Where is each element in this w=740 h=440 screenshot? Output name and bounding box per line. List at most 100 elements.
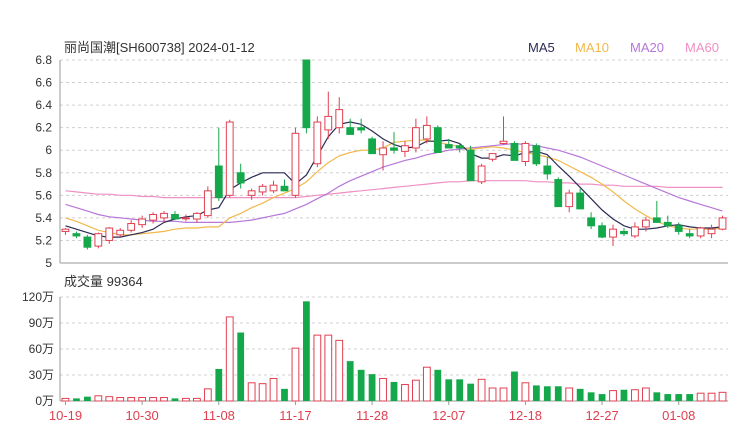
candle-body	[335, 109, 344, 129]
price-tick-label: 5.8	[35, 166, 52, 180]
legend-ma10: MA10	[575, 40, 609, 55]
price-tick-label: 6.4	[35, 98, 52, 112]
volume-bar	[477, 378, 486, 402]
ma20-line	[65, 142, 723, 223]
volume-bar	[499, 387, 508, 402]
candle	[302, 59, 311, 134]
date-tick-label: 12-07	[432, 408, 465, 423]
candle-body	[83, 236, 92, 248]
volume-tick-label: 30万	[29, 368, 54, 382]
candle	[346, 118, 355, 135]
candle-body	[422, 124, 431, 140]
candle-body	[116, 229, 125, 236]
candle-body	[510, 142, 519, 161]
candle	[488, 153, 497, 162]
candle	[171, 211, 179, 221]
candle	[182, 214, 190, 222]
candle-body	[433, 127, 442, 153]
candle	[685, 229, 694, 239]
volume-bar	[357, 369, 365, 401]
candle	[554, 177, 563, 208]
candle-body	[412, 127, 420, 149]
volume-tick-label: 0万	[35, 394, 54, 408]
volume-bar	[631, 389, 639, 402]
volume-bar	[302, 301, 310, 401]
candle	[466, 145, 475, 182]
candle-body	[477, 165, 486, 183]
date-tick-label: 11-28	[356, 408, 388, 423]
candle-body	[609, 228, 617, 238]
volume-bar	[138, 397, 147, 402]
candle	[61, 228, 70, 235]
candle-body	[61, 228, 70, 232]
candle	[291, 127, 300, 198]
price-tick-label: 6.8	[35, 53, 52, 67]
date-tick-label: 12-27	[585, 408, 618, 423]
volume-bars	[61, 301, 727, 402]
volume-bar	[576, 388, 584, 401]
candle	[652, 200, 661, 223]
date-tick-label: 11-08	[203, 408, 235, 423]
volume-bar	[368, 374, 376, 401]
candle-body	[587, 217, 596, 227]
candle	[455, 143, 464, 153]
volume-bar	[511, 371, 518, 401]
volume-bar	[94, 395, 103, 402]
candle	[598, 222, 606, 239]
volume-tick-label: 90万	[29, 316, 54, 330]
volume-bar	[215, 368, 223, 401]
candle	[576, 188, 585, 210]
candle	[565, 189, 574, 213]
volume-tick-label: 60万	[29, 342, 54, 356]
candle	[631, 222, 639, 239]
grid-layer	[59, 59, 728, 402]
volume-bar	[718, 391, 727, 402]
volume-bar	[291, 347, 300, 402]
volume-bar	[83, 396, 91, 401]
volume-bar	[598, 394, 606, 401]
volume-bar	[521, 382, 530, 402]
volume-bar	[434, 369, 442, 401]
candle	[433, 125, 442, 153]
candle-body	[214, 165, 223, 199]
candle-body	[641, 219, 650, 228]
volume-bar	[488, 387, 497, 402]
volume-bar	[543, 386, 551, 401]
candle	[422, 116, 431, 144]
volume-bar	[620, 389, 628, 401]
candle-body	[236, 172, 245, 184]
candle-body	[258, 185, 267, 193]
date-tick-label: 10-30	[126, 408, 159, 423]
candle	[127, 220, 136, 233]
candle-body	[127, 223, 136, 231]
candle-body	[696, 227, 705, 237]
candle	[269, 180, 278, 194]
volume-bar	[554, 386, 562, 401]
candle	[105, 226, 114, 244]
candle	[477, 163, 486, 185]
candle-body	[499, 140, 508, 144]
candle-body	[554, 179, 563, 208]
candle-body	[247, 190, 256, 196]
volume-label: 成交量 99364	[64, 274, 143, 289]
volume-bar	[707, 392, 716, 402]
candle-body	[324, 115, 333, 131]
volume-bar	[686, 394, 694, 401]
volume-bar	[456, 379, 464, 401]
date-tick-label: 12-18	[509, 408, 542, 423]
candle-body	[455, 145, 464, 149]
candle	[674, 222, 683, 235]
candle-body	[192, 212, 201, 220]
candle	[203, 186, 212, 218]
volume-bar	[149, 397, 157, 402]
ma-legend: MA5 MA10 MA20 MA60	[528, 40, 719, 55]
candle-body	[565, 192, 574, 208]
candle-body	[291, 132, 300, 196]
volume-bar	[401, 384, 409, 402]
price-axis: 5 5.2 5.4 5.6 5.8 6 6.2 6.4 6.6 6.8	[35, 53, 52, 270]
candle	[401, 141, 409, 157]
candle-body	[94, 233, 103, 247]
price-tick-label: 5.2	[35, 233, 52, 247]
volume-bar	[390, 381, 398, 401]
candle-body	[674, 225, 683, 232]
